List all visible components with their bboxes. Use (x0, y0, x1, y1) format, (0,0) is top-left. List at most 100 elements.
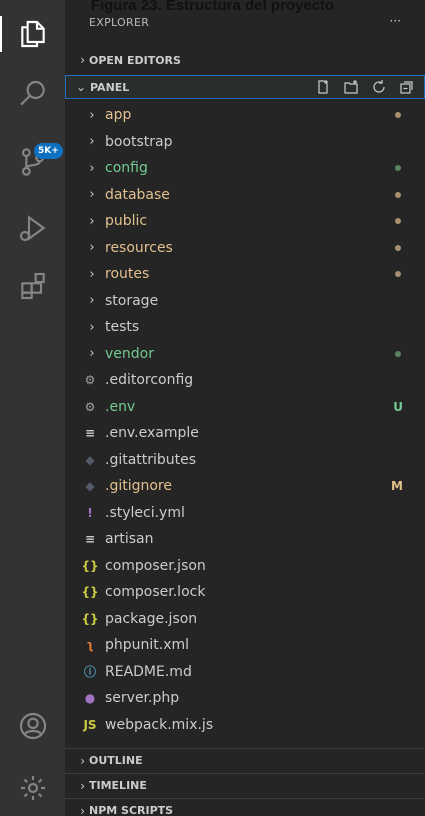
tree-item-label: database (105, 186, 170, 203)
tree-item-label: config (105, 160, 148, 177)
open-editors-section[interactable]: › OPEN EDITORS (65, 48, 425, 72)
file-item[interactable]: ◆ .gitignore M (65, 473, 425, 500)
chevron-right-icon: › (89, 213, 95, 229)
folder-item[interactable]: › resources (65, 235, 425, 262)
folder-item[interactable]: › routes (65, 261, 425, 288)
git-diamond-icon: ◆ (85, 479, 95, 494)
chevron-right-icon: › (89, 266, 95, 282)
explorer-sidebar: EXPLORER ··· › OPEN EDITORS ⌄ PANEL › ap… (65, 0, 425, 816)
tree-item-label: resources (105, 239, 173, 256)
tree-item-label: bootstrap (105, 133, 173, 150)
npm-scripts-section[interactable]: › NPM SCRIPTS (65, 798, 425, 816)
folder-item[interactable]: › database (65, 182, 425, 209)
tree-item-label: routes (105, 266, 150, 283)
timeline-section[interactable]: › TIMELINE (65, 773, 425, 797)
new-folder-icon (344, 80, 358, 94)
outline-section[interactable]: › OUTLINE (65, 748, 425, 772)
chevron-right-icon: › (80, 778, 85, 793)
extensions-icon (20, 272, 45, 300)
source-control-activity-button[interactable]: 5K+ (0, 134, 65, 190)
tree-item-label: .editorconfig (105, 372, 194, 389)
tree-item-label: public (105, 213, 148, 230)
folder-item[interactable]: › app (65, 102, 425, 129)
elephant-icon: ● (84, 691, 96, 706)
git-status-dot (395, 350, 401, 357)
file-item[interactable]: ʅ phpunit.xml (65, 632, 425, 659)
file-item[interactable]: ≡ artisan (65, 526, 425, 553)
chevron-down-icon: ⌄ (75, 80, 86, 94)
collapse-all-button[interactable] (398, 78, 416, 96)
folder-item[interactable]: › public (65, 208, 425, 235)
search-icon (19, 80, 45, 106)
run-debug-icon (19, 215, 45, 242)
activity-bar: 5K+ (0, 0, 65, 816)
gear-icon: ⚙ (84, 373, 96, 388)
file-item[interactable]: ! .styleci.yml (65, 500, 425, 527)
more-actions-button[interactable]: ··· (390, 14, 401, 28)
refresh-button[interactable] (370, 78, 388, 96)
tree-item-label: vendor (105, 345, 154, 362)
file-item[interactable]: ⓘ README.md (65, 659, 425, 686)
folder-item[interactable]: › storage (65, 288, 425, 315)
folder-item[interactable]: › bootstrap (65, 129, 425, 156)
collapse-all-icon (400, 81, 413, 94)
chevron-right-icon: › (89, 319, 95, 335)
source-control-badge: 5K+ (34, 143, 63, 159)
file-item[interactable]: JS webpack.mix.js (65, 712, 425, 739)
lines-icon: ≡ (84, 532, 96, 547)
js-icon: JS (83, 717, 97, 732)
file-item[interactable]: ● server.php (65, 685, 425, 712)
chevron-right-icon: › (89, 134, 95, 150)
panel-section[interactable]: ⌄ PANEL (65, 75, 425, 99)
run-debug-activity-button[interactable] (0, 200, 65, 256)
git-status-dot (395, 191, 401, 198)
extensions-activity-button[interactable] (0, 258, 65, 314)
tree-item-label: .styleci.yml (105, 504, 185, 521)
tree-item-label: tests (105, 319, 140, 336)
tree-item-label: .gitattributes (105, 451, 197, 468)
file-item[interactable]: ≡ .env.example (65, 420, 425, 447)
folder-item[interactable]: › config (65, 155, 425, 182)
refresh-icon (373, 80, 385, 93)
new-file-button[interactable] (314, 78, 332, 96)
rss-icon: ʅ (86, 638, 94, 653)
file-item[interactable]: {} composer.lock (65, 579, 425, 606)
outline-label: OUTLINE (89, 754, 143, 767)
explorer-activity-button[interactable] (0, 6, 65, 62)
file-item[interactable]: ◆ .gitattributes (65, 447, 425, 474)
search-activity-button[interactable] (0, 66, 65, 122)
tree-item-label: .env (105, 398, 136, 415)
file-item[interactable]: {} package.json (65, 606, 425, 633)
tree-item-label: composer.lock (105, 584, 206, 601)
folder-item[interactable]: › vendor (65, 341, 425, 368)
new-file-icon (318, 80, 328, 94)
git-status-dot (395, 165, 401, 172)
chevron-right-icon: › (89, 293, 95, 309)
panel-label: PANEL (90, 80, 130, 94)
chevron-right-icon: › (80, 53, 85, 67)
new-folder-button[interactable] (342, 78, 360, 96)
chevron-right-icon: › (89, 187, 95, 203)
panel-actions (314, 78, 416, 96)
folder-item[interactable]: › tests (65, 314, 425, 341)
tree-item-label: app (105, 107, 132, 124)
exclamation-icon: ! (87, 505, 93, 520)
git-diamond-icon: ◆ (85, 452, 95, 467)
braces-icon: {} (81, 585, 99, 600)
tree-item-label: artisan (105, 531, 154, 548)
git-status-dot (395, 271, 401, 278)
info-icon: ⓘ (83, 665, 96, 680)
figure-caption: Figura 23. Estructura del proyecto (90, 0, 335, 14)
accounts-activity-button[interactable] (0, 698, 65, 754)
npm-scripts-label: NPM SCRIPTS (89, 804, 174, 816)
tree-item-label: phpunit.xml (105, 637, 190, 654)
gear-icon: ⚙ (84, 399, 96, 414)
braces-icon: {} (81, 558, 99, 573)
file-item[interactable]: ⚙ .editorconfig (65, 367, 425, 394)
tree-item-label: storage (105, 292, 159, 309)
file-item[interactable]: {} composer.json (65, 553, 425, 580)
vscode-window: 5K+ EXPLORER ··· › OPEN EDITORS ⌄ PANEL … (0, 0, 425, 816)
chevron-right-icon: › (89, 346, 95, 362)
file-item[interactable]: ⚙ .env U (65, 394, 425, 421)
manage-activity-button[interactable] (0, 760, 65, 816)
